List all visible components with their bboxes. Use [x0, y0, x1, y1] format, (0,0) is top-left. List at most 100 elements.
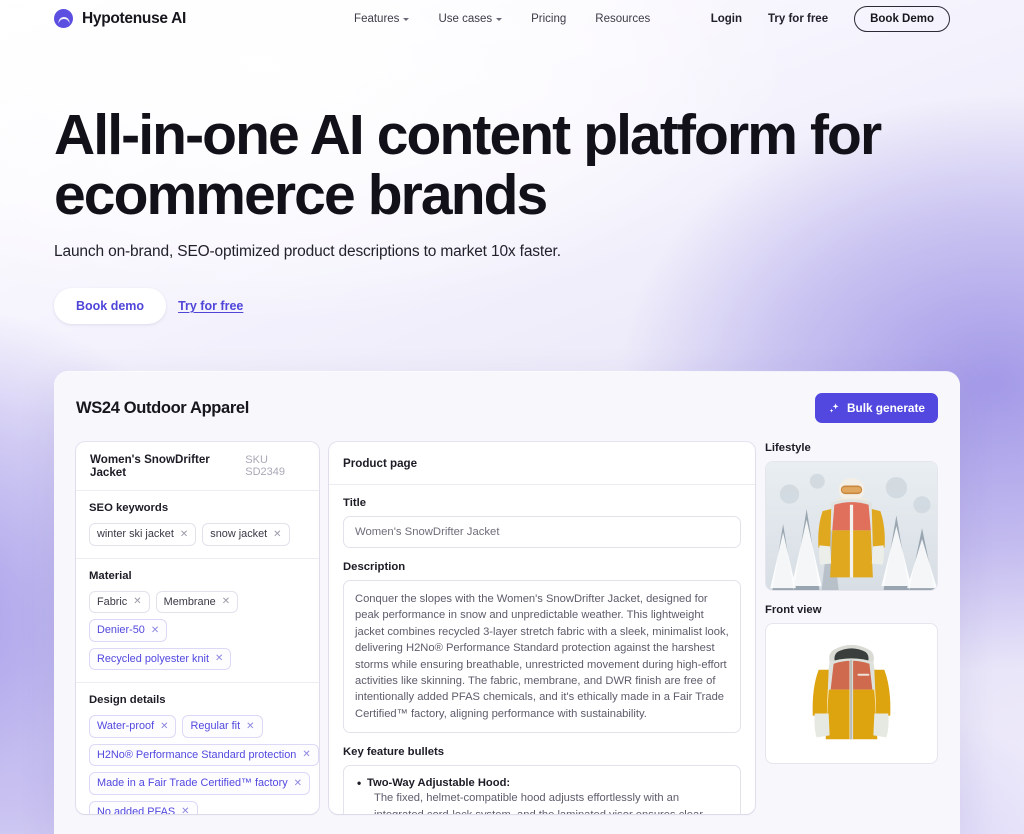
tag-label: Denier-50 [97, 624, 145, 637]
product-front-view-photo [772, 630, 931, 758]
feature-bullet-text: The fixed, helmet-compatible hood adjust… [374, 792, 703, 814]
remove-tag-icon[interactable]: ✕ [222, 596, 230, 608]
product-page-tab[interactable]: Product page [329, 442, 755, 485]
assets-panel: Lifestyle Front view [765, 442, 938, 814]
nav-item-use-cases[interactable]: Use cases [438, 12, 503, 25]
tag-list-material: Fabric ✕ Membrane ✕ Denier-50 ✕ Recycled… [89, 590, 306, 671]
tag-label: Fabric [97, 595, 128, 608]
tag-chip[interactable]: Made in a Fair Trade Certified™ factory … [89, 772, 311, 795]
section-label-design-details: Design details [89, 694, 166, 707]
bulk-generate-label: Bulk generate [846, 401, 925, 415]
section-seo-keywords: SEO keywords winter ski jacket ✕ snow ja… [76, 491, 319, 559]
chevron-down-icon [403, 17, 410, 21]
hero-book-demo-button[interactable]: Book demo [54, 288, 167, 324]
site-header: Hypotenuse AI Features Use cases Pricing… [0, 0, 1024, 37]
product-page-panel: Product page Title Women's SnowDrifter J… [329, 442, 755, 814]
brand-name: Hypotenuse AI [82, 9, 187, 27]
section-design-details: Design details Water-proof ✕ Regular fit… [76, 683, 319, 814]
title-field-label: Title [343, 497, 367, 509]
try-for-free-link[interactable]: Try for free [768, 13, 828, 25]
primary-nav: Features Use cases Pricing Resources [354, 13, 650, 25]
remove-tag-icon[interactable]: ✕ [133, 596, 141, 608]
product-sku: SKU SD2349 [245, 454, 286, 478]
remove-tag-icon[interactable]: ✕ [180, 529, 188, 541]
tag-chip[interactable]: snow jacket ✕ [202, 523, 290, 546]
brand-logo[interactable]: Hypotenuse AI [54, 9, 186, 28]
hero-subheading: Launch on-brand, SEO-optimized product d… [54, 243, 561, 260]
tag-chip[interactable]: Regular fit ✕ [182, 715, 263, 738]
description-field-label: Description [343, 561, 406, 573]
section-label-seo-keywords: SEO keywords [89, 502, 169, 514]
login-link[interactable]: Login [711, 13, 742, 25]
app-card-body: Women's SnowDrifter Jacket SKU SD2349 SE… [76, 442, 938, 814]
hero-heading: All-in-one AI content platform for ecomm… [54, 103, 882, 227]
header-actions: Login Try for free Book Demo [711, 5, 950, 32]
attributes-panel: Women's SnowDrifter Jacket SKU SD2349 SE… [76, 442, 319, 814]
tag-label: Regular fit [190, 720, 241, 733]
app-preview-card: WS24 Outdoor Apparel Bulk generate Women… [54, 372, 960, 834]
nav-item-pricing[interactable]: Pricing [531, 13, 566, 25]
key-feature-bullets-label: Key feature bullets [343, 746, 445, 759]
section-material: Material Fabric ✕ Membrane ✕ Denier-50 ✕ [76, 559, 319, 684]
hypotenuse-logo-icon [54, 9, 73, 28]
tag-list-design-details: Water-proof ✕ Regular fit ✕ H2No® Perfor… [89, 715, 319, 814]
remove-tag-icon[interactable]: ✕ [246, 721, 254, 733]
remove-tag-icon[interactable]: ✕ [151, 625, 159, 637]
hero-section: All-in-one AI content platform for ecomm… [54, 105, 970, 324]
product-name: Women's SnowDrifter Jacket [90, 453, 210, 479]
nav-item-features-label: Features [354, 12, 400, 25]
tag-chip[interactable]: No added PFAS ✕ [89, 800, 198, 814]
tag-label: H2No® Performance Standard protection [97, 748, 297, 761]
remove-tag-icon[interactable]: ✕ [294, 778, 302, 790]
title-input[interactable]: Women's SnowDrifter Jacket [343, 516, 741, 548]
app-card-header: WS24 Outdoor Apparel Bulk generate [76, 392, 938, 424]
asset-lifestyle: Lifestyle [765, 442, 938, 592]
tag-chip[interactable]: H2No® Performance Standard protection ✕ [89, 743, 319, 767]
nav-item-use-cases-label: Use cases [438, 12, 493, 25]
product-page-tab-label: Product page [343, 457, 418, 470]
attributes-panel-header: Women's SnowDrifter Jacket SKU SD2349 [76, 442, 319, 491]
remove-tag-icon[interactable]: ✕ [160, 721, 168, 733]
bulk-generate-button[interactable]: Bulk generate [814, 393, 938, 423]
tag-chip[interactable]: Fabric ✕ [89, 590, 150, 614]
chevron-down-icon [496, 17, 503, 21]
remove-tag-icon[interactable]: ✕ [215, 653, 223, 665]
tag-list-seo-keywords: winter ski jacket ✕ snow jacket ✕ [89, 523, 306, 546]
sparkles-icon [829, 402, 839, 413]
tag-chip[interactable]: Denier-50 ✕ [89, 619, 168, 642]
hero-cta-group: Book demo Try for free [54, 288, 970, 324]
asset-label-lifestyle: Lifestyle [765, 442, 811, 454]
nav-item-pricing-label: Pricing [531, 12, 567, 25]
description-textarea[interactable]: Conquer the slopes with the Women's Snow… [343, 580, 741, 734]
tag-label: snow jacket [210, 528, 268, 540]
asset-frame-front-view[interactable] [765, 623, 938, 765]
remove-tag-icon[interactable]: ✕ [181, 806, 189, 814]
tag-label: Water-proof [97, 720, 155, 733]
feature-bullet-item: Two-Way Adjustable Hood: The fixed, helm… [356, 776, 728, 814]
description-text: Conquer the slopes with the Women's Snow… [355, 593, 729, 720]
book-demo-button[interactable]: Book Demo [854, 5, 950, 32]
asset-front-view: Front view [765, 604, 938, 765]
tag-chip[interactable]: winter ski jacket ✕ [89, 523, 197, 546]
page-root: Hypotenuse AI Features Use cases Pricing… [0, 0, 1024, 834]
asset-frame-lifestyle[interactable] [765, 461, 938, 592]
feature-bullet-title: Two-Way Adjustable Hood: [356, 776, 728, 790]
tag-label: Made in a Fair Trade Certified™ factory [97, 777, 288, 790]
hero-try-for-free-link[interactable]: Try for free [178, 299, 243, 313]
tag-chip[interactable]: Water-proof ✕ [89, 715, 177, 738]
section-label-material: Material [89, 569, 132, 582]
lifestyle-snow-photo [766, 462, 937, 591]
nav-item-features[interactable]: Features [354, 12, 410, 25]
key-feature-bullets-box[interactable]: Two-Way Adjustable Hood: The fixed, helm… [343, 765, 741, 814]
tag-chip[interactable]: Recycled polyester knit ✕ [89, 647, 232, 671]
tag-label: Membrane [163, 595, 216, 608]
app-project-title: WS24 Outdoor Apparel [76, 398, 249, 417]
tag-chip[interactable]: Membrane ✕ [155, 590, 239, 614]
tag-label: Recycled polyester knit [97, 652, 209, 665]
remove-tag-icon[interactable]: ✕ [273, 529, 281, 541]
nav-item-resources[interactable]: Resources [595, 13, 650, 25]
product-page-form: Title Women's SnowDrifter Jacket Descrip… [329, 485, 755, 814]
nav-item-resources-label: Resources [595, 12, 651, 25]
remove-tag-icon[interactable]: ✕ [302, 749, 310, 761]
asset-label-front-view: Front view [765, 604, 822, 617]
